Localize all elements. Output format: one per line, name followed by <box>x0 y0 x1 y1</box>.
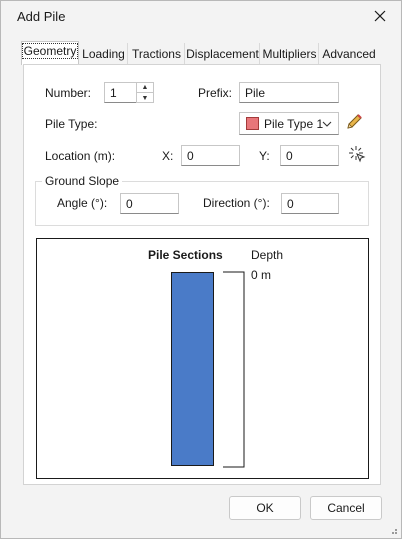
spin-up-icon[interactable]: ▲ <box>137 83 153 93</box>
direction-input[interactable]: 0 <box>281 193 339 214</box>
pile-preview-panel: Pile Sections Depth 0 m <box>36 238 369 479</box>
number-input[interactable]: 1 <box>104 82 137 103</box>
angle-label: Angle (°): <box>57 196 108 210</box>
spin-down-icon[interactable]: ▼ <box>137 93 153 103</box>
y-label: Y: <box>259 149 270 163</box>
pile-type-label: Pile Type: <box>45 117 98 131</box>
pencil-icon <box>347 114 362 129</box>
ground-slope-title: Ground Slope <box>42 174 123 188</box>
depth-value: 0 m <box>251 268 272 282</box>
pile-type-select-value: Pile Type 1 <box>264 117 324 131</box>
y-input[interactable]: 0 <box>280 145 339 166</box>
number-spinner[interactable]: ▲ ▼ <box>136 82 154 103</box>
number-label: Number: <box>45 86 92 100</box>
prefix-input[interactable]: Pile <box>239 82 339 103</box>
tab-tractions-label: Tractions <box>132 47 181 61</box>
depth-bracket <box>223 271 245 468</box>
cancel-button[interactable]: Cancel <box>310 496 382 520</box>
direction-label: Direction (°): <box>203 196 270 210</box>
tab-advanced-label: Advanced <box>322 47 376 61</box>
add-pile-dialog: Add Pile Geometry Loading Tractions Disp… <box>0 0 402 539</box>
close-button[interactable] <box>367 5 393 27</box>
tab-displacement[interactable]: Displacement <box>186 43 260 65</box>
prefix-label: Prefix: <box>198 86 233 100</box>
tab-multipliers-label: Multipliers <box>262 47 317 61</box>
pile-sections-label: Pile Sections <box>148 248 223 262</box>
edit-pile-type-button[interactable] <box>344 112 366 134</box>
x-label: X: <box>162 149 174 163</box>
angle-input[interactable]: 0 <box>120 193 179 214</box>
tab-geometry-label: Geometry <box>21 43 79 59</box>
resize-grip-icon[interactable] <box>388 525 398 535</box>
pile-type-color-swatch <box>246 117 259 130</box>
title-bar: Add Pile <box>1 1 401 32</box>
ok-button[interactable]: OK <box>229 496 301 520</box>
depth-label: Depth <box>251 248 284 262</box>
tab-displacement-label: Displacement <box>186 47 259 61</box>
tab-loading[interactable]: Loading <box>80 43 128 65</box>
pile-type-select[interactable]: Pile Type 1 <box>239 112 339 135</box>
pick-point-icon <box>349 146 366 163</box>
location-label: Location (m): <box>45 149 116 163</box>
tab-multipliers[interactable]: Multipliers <box>261 43 319 65</box>
window-title: Add Pile <box>17 9 66 24</box>
tab-tractions[interactable]: Tractions <box>129 43 185 65</box>
tab-loading-label: Loading <box>82 47 125 61</box>
x-input[interactable]: 0 <box>181 145 240 166</box>
tab-geometry[interactable]: Geometry <box>21 41 79 65</box>
pick-location-button[interactable] <box>348 145 366 163</box>
tab-advanced[interactable]: Advanced <box>320 43 378 65</box>
close-icon <box>374 10 386 22</box>
pile-section-bar <box>171 272 214 466</box>
chevron-down-icon <box>322 118 332 132</box>
